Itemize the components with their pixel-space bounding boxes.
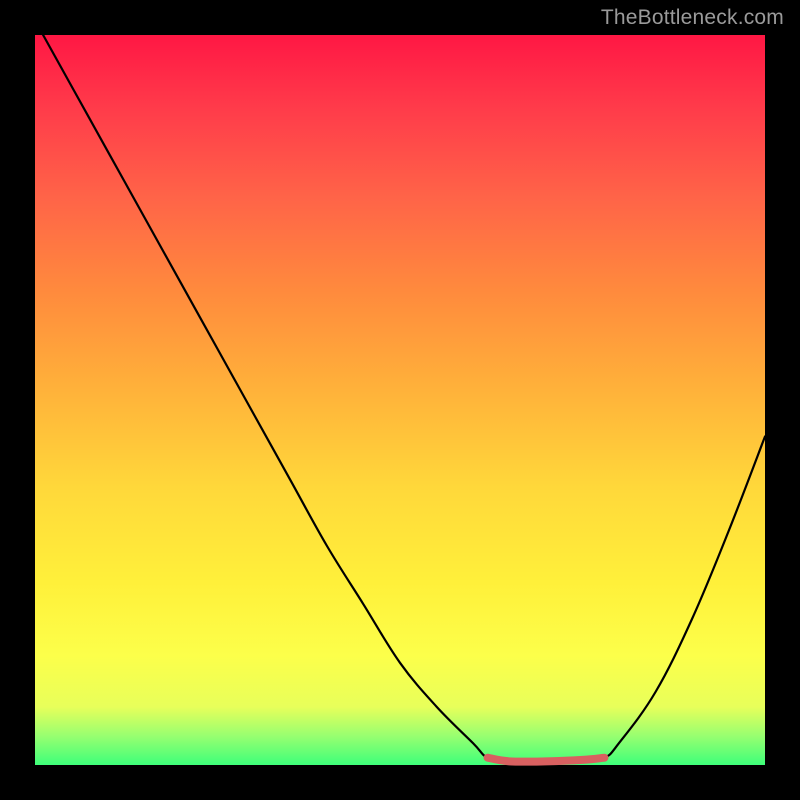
bottleneck-curve-path [35,20,765,761]
optimal-range-marker-path [488,758,605,762]
watermark-label: TheBottleneck.com [601,6,784,30]
chart-svg [35,35,765,765]
